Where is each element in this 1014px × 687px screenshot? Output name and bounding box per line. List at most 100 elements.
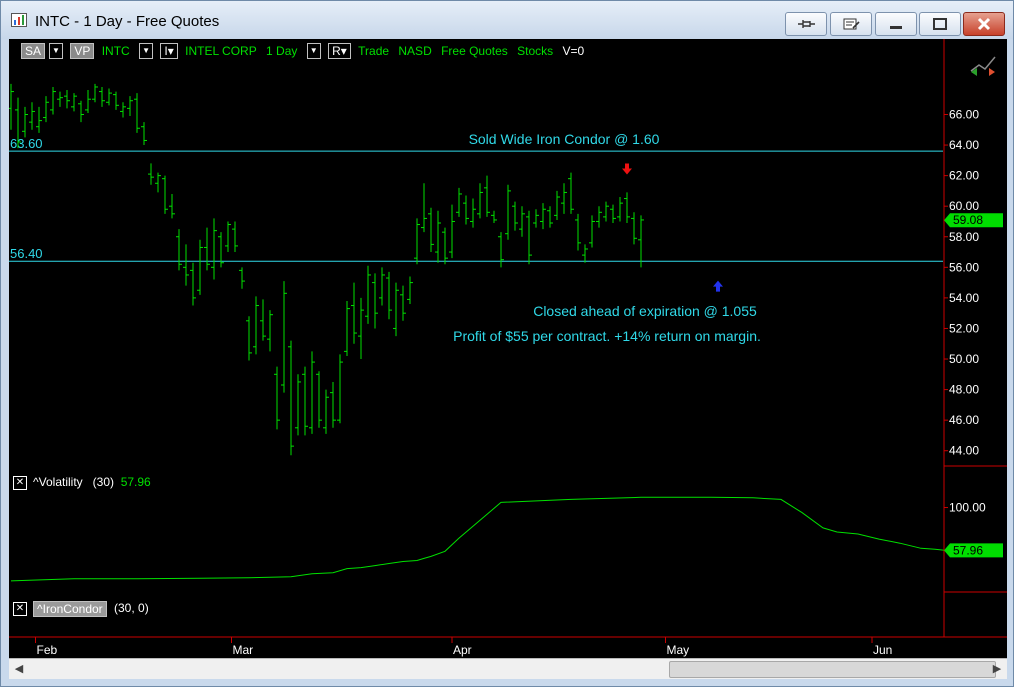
trade-label[interactable]: Trade (358, 43, 389, 59)
ohlc-bar (197, 239, 203, 295)
ohlc-bar (603, 201, 609, 222)
ohlc-bar (386, 271, 392, 320)
chart-window: INTC - 1 Day - Free Quotes 63.60 56.40 S… (0, 0, 1014, 687)
interval-dropdown-icon[interactable]: ▼ (306, 43, 321, 59)
chart-area[interactable]: 63.60 56.40 Sold Wide Iron Condor @ 1.60 Cl… (9, 39, 1007, 658)
ohlc-bar (316, 371, 322, 428)
maximize-button[interactable] (919, 12, 961, 36)
level-label: 56.40 (10, 246, 43, 261)
sa-button[interactable]: SA (21, 43, 46, 59)
edit-button[interactable] (830, 12, 872, 36)
ohlc-bar (148, 163, 154, 185)
scrollbar-thumb[interactable] (669, 661, 996, 678)
ohlc-bar (428, 207, 434, 253)
ohlc-bar (134, 93, 140, 133)
ohlc-bar (169, 193, 175, 219)
ohlc-bar (526, 210, 532, 265)
ohlc-bar (589, 215, 595, 248)
ohlc-bar (225, 221, 231, 253)
x-tick-label: Apr (453, 643, 472, 657)
symbol-label[interactable]: INTC (102, 43, 130, 59)
ohlc-bar (407, 276, 413, 304)
minimize-icon (890, 26, 902, 29)
ohlc-bar (204, 227, 210, 271)
chart-canvas[interactable]: 63.60 56.40 Sold Wide Iron Condor @ 1.60 Cl… (9, 39, 1007, 658)
horizontal-scrollbar[interactable]: ◀ ▶ (9, 658, 1007, 679)
ohlc-bar (344, 300, 350, 356)
minimize-button[interactable] (875, 12, 917, 36)
ohlc-bar (512, 201, 518, 231)
close-button[interactable] (963, 12, 1005, 36)
ohlc-bar (99, 86, 105, 107)
ohlc-bar (155, 172, 161, 193)
i-button[interactable]: I▾ (160, 43, 178, 59)
ohlc-bar (575, 213, 581, 251)
ohlc-bar (232, 221, 238, 253)
edit-icon (843, 18, 860, 30)
symbol-dropdown-icon[interactable]: ▼ (139, 43, 154, 59)
pin-button[interactable] (785, 12, 827, 36)
chart-toolbar: SA ▼ VP INTC ▼ I▾ INTEL CORP 1 Day ▼ R▾ T… (21, 43, 590, 59)
close-volatility-icon[interactable]: ✕ (13, 475, 27, 490)
annotation-closed: Closed ahead of expiration @ 1.055 (533, 303, 757, 319)
chart-app-icon (11, 13, 27, 27)
ohlc-bar (183, 244, 189, 286)
ohlc-bar (351, 282, 357, 344)
ohlc-bar (463, 195, 469, 225)
scroll-left-icon[interactable]: ◀ (11, 661, 27, 677)
ohlc-bar (260, 299, 266, 341)
y-tick-label: 48.00 (949, 383, 979, 397)
annotation-sold: Sold Wide Iron Condor @ 1.60 (469, 131, 660, 147)
title-bar[interactable]: INTC - 1 Day - Free Quotes (1, 1, 1013, 39)
y-tick-label: 66.00 (949, 107, 979, 121)
volatility-pane (10, 496, 964, 582)
ohlc-bar (442, 227, 448, 265)
ohlc-bar (36, 106, 42, 133)
ironcondor-name[interactable]: ^IronCondor (33, 601, 107, 617)
pin-icon (798, 20, 815, 28)
ohlc-bar (120, 102, 126, 118)
interval-label[interactable]: 1 Day (266, 43, 297, 59)
volatility-value: 57.96 (120, 475, 151, 489)
x-tick-label: Feb (37, 643, 58, 657)
vol-last-label: 57.96 (953, 543, 983, 557)
ohlc-bar (554, 190, 560, 220)
vol-y-tick-label: 100.00 (949, 501, 986, 515)
ohlc-bar (246, 316, 252, 361)
r-button[interactable]: R▾ (328, 43, 351, 59)
ohlc-bar (400, 285, 406, 321)
ohlc-bar (323, 389, 329, 434)
vp-button[interactable]: VP (70, 43, 95, 59)
ohlc-bar (162, 175, 168, 214)
y-tick-label: 62.00 (949, 169, 979, 183)
y-tick-label: 56.00 (949, 260, 979, 274)
y-tick-label: 58.00 (949, 230, 979, 244)
ohlc-bar (141, 122, 147, 146)
ohlc-bar (92, 83, 98, 103)
annotation-profit: Profit of $55 per contract. +14% return … (453, 328, 761, 344)
ohlc-bar (561, 183, 567, 214)
x-tick-label: Jun (873, 643, 892, 657)
ohlc-bar (421, 183, 427, 233)
sa-dropdown-icon[interactable]: ▼ (49, 43, 64, 59)
volatility-name: ^Volatility (33, 475, 83, 489)
ohlc-bar (176, 229, 182, 271)
ohlc-bar (113, 91, 119, 110)
y-tick-label: 64.00 (949, 138, 979, 152)
ohlc-bar (302, 366, 308, 436)
ohlc-bar (491, 210, 497, 223)
scroll-right-icon[interactable]: ▶ (989, 661, 1005, 677)
close-ironcondor-icon[interactable]: ✕ (13, 601, 27, 616)
i-label: I (164, 44, 168, 58)
red-arrow-icon (989, 68, 995, 76)
ohlc-bar (477, 183, 483, 219)
ohlc-bar (71, 93, 77, 112)
category-label: Stocks (517, 44, 554, 58)
ohlc-bar (638, 215, 644, 268)
ohlc-bar (568, 172, 574, 214)
ohlc-bar (582, 244, 588, 263)
ohlc-bar (190, 262, 196, 306)
company-label: INTEL CORP (185, 44, 257, 58)
y-tick-label: 52.00 (949, 321, 979, 335)
volume-label: V=0 (562, 44, 585, 58)
